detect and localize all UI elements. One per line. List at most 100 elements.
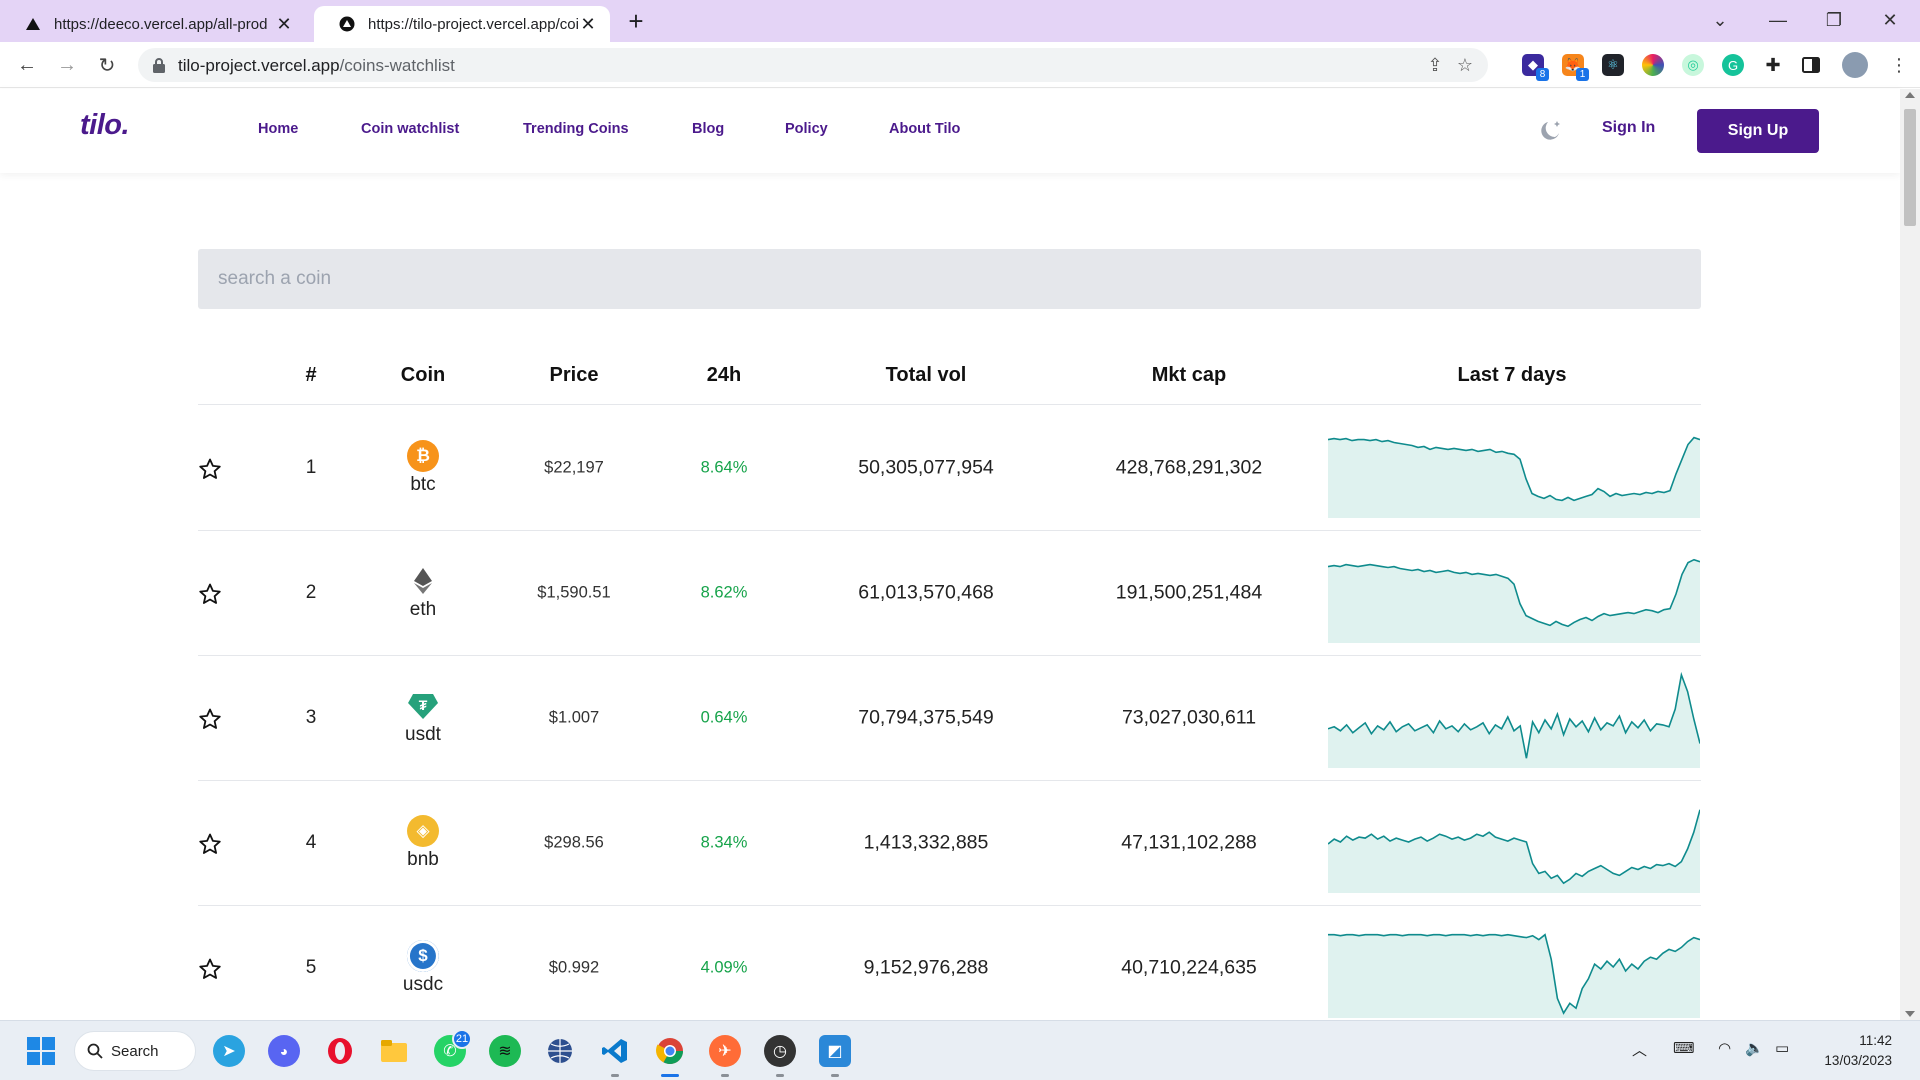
restore-button[interactable]: ❐ [1806,0,1862,40]
profile-avatar[interactable] [1842,52,1868,78]
sparkline-7d [1328,671,1700,768]
tab-title: https://deeco.vercel.app/all-prod [54,15,268,33]
header-coin: Coin [400,364,446,386]
coin-symbol: usdt [405,724,441,745]
coin-cell[interactable]: eth [407,565,439,621]
capgo-icon[interactable]: ◆ 8 [1522,54,1549,81]
globe-app-icon[interactable] [544,1035,576,1067]
postman-icon[interactable]: ✈ [709,1035,741,1077]
header-total-vol: Total vol [885,364,967,386]
chrome-icon[interactable] [654,1035,686,1077]
sign-in-link[interactable]: Sign In [1602,119,1655,137]
volume-icon[interactable]: 🔈 [1745,1039,1764,1057]
coin-cell[interactable]: ◈ bnb [407,815,439,871]
network-app-icon[interactable]: ◩ [819,1035,851,1077]
system-clock[interactable]: 11:42 13/03/2023 [1812,1031,1892,1071]
scroll-down-arrow-icon[interactable] [1905,1011,1915,1017]
tab-title: https://tilo-project.vercel.app/coi [368,15,578,33]
clock-time: 11:42 [1859,1033,1892,1048]
table-row[interactable]: 3 ₮ usdt $1.007 0.64% 70,794,375,549 73,… [198,656,1701,781]
coin-total-volume: 61,013,570,468 [858,581,994,604]
header-last-7-days: Last 7 days [1457,364,1567,386]
table-row[interactable]: 1 ₿ btc $22,197 8.64% 50,305,077,954 428… [198,406,1701,531]
browser-tab-tilo[interactable]: https://tilo-project.vercel.app/coi ✕ [314,6,610,42]
coin-total-volume: 70,794,375,549 [858,706,994,729]
coin-price: $22,197 [544,458,604,477]
close-window-button[interactable]: ✕ [1862,0,1918,40]
sidepanel-icon[interactable] [1800,54,1822,76]
forward-arrow-icon[interactable]: → [52,50,82,80]
browser-toolbar: ← → ↻ tilo-project.vercel.app/coins-watc… [0,42,1920,88]
coin-price: $1,590.51 [537,583,611,602]
clock-date: 13/03/2023 [1824,1053,1892,1068]
table-row[interactable]: 2 eth $1,590.51 8.62% 61,013,570,468 191… [198,531,1701,656]
scroll-up-arrow-icon[interactable] [1905,92,1915,98]
nav-coin-watchlist[interactable]: Coin watchlist [361,121,459,137]
nav-blog[interactable]: Blog [692,121,724,137]
watchlist-star-icon[interactable] [198,582,222,606]
address-bar[interactable]: tilo-project.vercel.app/coins-watchlist … [138,48,1488,82]
close-tab-icon[interactable]: ✕ [578,14,598,34]
extension-badge: 1 [1576,68,1589,81]
scrollbar-thumb[interactable] [1904,109,1916,226]
clock-app-icon[interactable]: ◷ [764,1035,796,1077]
coin-cell[interactable]: ₮ usdt [405,690,441,746]
nav-home[interactable]: Home [258,121,298,137]
telegram-icon[interactable]: ➤ [213,1035,245,1067]
wifi-icon[interactable]: ◠ [1718,1039,1731,1057]
battery-icon[interactable]: ▭ [1775,1039,1789,1057]
sparkline-area [1328,437,1700,518]
vscode-icon[interactable] [599,1035,631,1077]
watchlist-star-icon[interactable] [198,832,222,856]
page-scrollbar[interactable] [1900,89,1920,1020]
coin-cell[interactable]: ₿ btc [407,440,439,496]
watchlist-star-icon[interactable] [198,957,222,981]
coin-search-input[interactable] [198,249,1701,309]
taskbar-search[interactable]: Search [74,1031,196,1071]
coin-symbol: btc [410,474,436,495]
puzzle-icon[interactable]: ✚ [1762,54,1784,76]
browser-tab-deeco[interactable]: https://deeco.vercel.app/all-prod ✕ [0,6,306,42]
metamask-icon[interactable]: 🦊 1 [1562,54,1589,81]
windows-start-icon[interactable] [25,1035,57,1067]
kebab-menu-icon[interactable]: ⋮ [1884,50,1914,80]
nav-policy[interactable]: Policy [785,121,828,137]
tilo-logo[interactable]: tilo. [80,109,130,142]
close-tab-icon[interactable]: ✕ [274,14,294,34]
opera-icon[interactable] [324,1035,356,1067]
coin-symbol: eth [409,599,437,620]
discord-icon[interactable]: ◕ [268,1035,300,1067]
watchlist-star-icon[interactable] [198,457,222,481]
spotify-icon[interactable]: ≋ [489,1035,521,1067]
react-devtools-icon[interactable]: ⚛ [1602,54,1624,76]
file-explorer-icon[interactable] [378,1035,410,1067]
sign-up-button[interactable]: Sign Up [1697,109,1819,153]
sparkline-area [1328,934,1700,1018]
nav-about-tilo[interactable]: About Tilo [889,121,960,137]
minimize-button[interactable]: — [1750,0,1806,40]
running-indicator [661,1074,679,1077]
coin-market-cap: 73,027,030,611 [1121,706,1257,729]
new-tab-button[interactable]: + [622,8,650,36]
dark-mode-moon-icon[interactable] [1538,117,1564,143]
tab-search-chevron-icon[interactable]: ⌄ [1692,0,1748,40]
table-header: # Coin Price 24h Total vol Mkt cap Last … [198,350,1701,405]
tray-chevron-up-icon[interactable]: ︿ [1632,1039,1647,1060]
back-arrow-icon[interactable]: ← [12,50,42,80]
colorzilla-icon[interactable] [1642,54,1664,76]
share-icon[interactable]: ⇪ [1424,54,1446,76]
reload-icon[interactable]: ↻ [92,50,122,80]
nav-trending-coins[interactable]: Trending Coins [523,121,629,137]
coin-cell[interactable]: $ usdc [403,940,443,996]
whatsapp-icon[interactable]: ✆ 21 [434,1029,472,1067]
bookmark-star-icon[interactable]: ☆ [1454,54,1476,76]
header-price: Price [549,364,599,386]
keyboard-icon[interactable]: ⌨ [1673,1039,1695,1057]
grammarly-icon[interactable]: G [1722,54,1744,76]
watchlist-star-icon[interactable] [198,707,222,731]
table-row[interactable]: 5 $ usdc $0.992 4.09% 9,152,976,288 40,7… [198,906,1701,1031]
running-indicator [721,1074,729,1077]
coin-rank: 1 [305,457,317,478]
ext-icon[interactable]: ◎ [1682,54,1704,76]
table-row[interactable]: 4 ◈ bnb $298.56 8.34% 1,413,332,885 47,1… [198,781,1701,906]
